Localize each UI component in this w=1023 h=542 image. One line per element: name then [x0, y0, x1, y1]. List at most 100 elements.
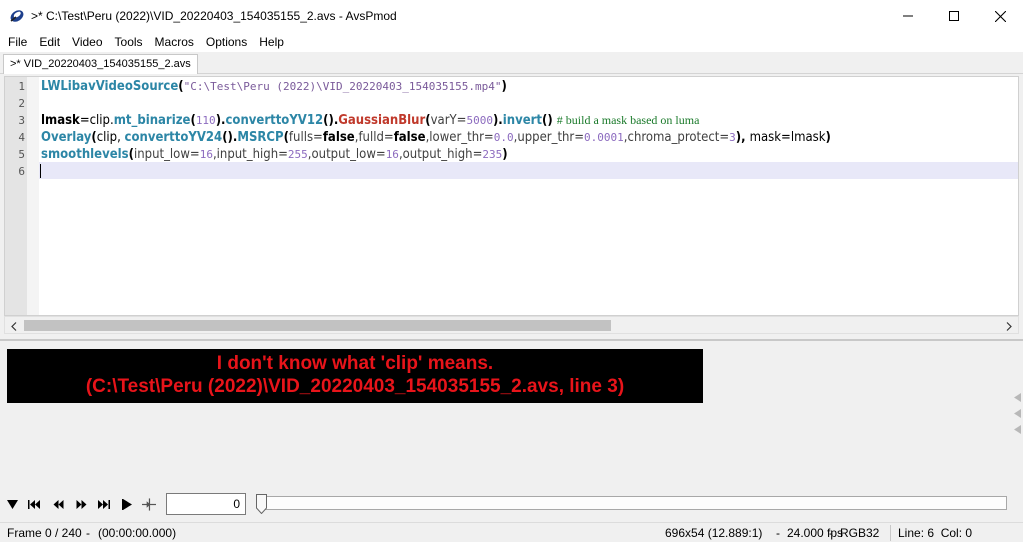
code-token: ).	[492, 113, 503, 128]
code-token: clip,	[96, 130, 125, 145]
code-token: invert	[502, 113, 543, 128]
status-divider	[890, 525, 891, 541]
scroll-right-button[interactable]	[1002, 319, 1016, 333]
code-token: ),	[735, 130, 750, 145]
code-token: ).	[215, 113, 226, 128]
tab-script[interactable]: >* VID_20220403_154035155_2.avs	[3, 54, 198, 74]
code-token: input_low=	[133, 147, 200, 162]
code-token: fulls=	[288, 130, 323, 145]
menu-file[interactable]: File	[2, 32, 33, 52]
code-token: mt_binarize	[113, 113, 191, 128]
bookmark-button[interactable]	[142, 497, 156, 511]
bookmark-pin-icon	[142, 497, 156, 511]
step-forward-icon	[76, 499, 86, 509]
prev-frame-button[interactable]	[51, 497, 65, 511]
close-icon	[994, 10, 1006, 22]
code-token: ().	[222, 130, 238, 145]
scroll-left-button[interactable]	[7, 319, 21, 333]
status-separator: -	[86, 526, 90, 540]
code-line-1[interactable]: LWLibavVideoSource("C:\Test\Peru (2022)\…	[41, 78, 507, 95]
minimize-button[interactable]	[885, 0, 931, 32]
status-frame: Frame 0 / 240	[7, 526, 82, 540]
code-token: 16	[385, 148, 399, 161]
play-icon	[121, 498, 132, 510]
video-preview-area[interactable]: I don't know what 'clip' means. (C:\Test…	[0, 342, 1023, 490]
code-token: ,fulld=	[354, 130, 394, 145]
status-bar: Frame 0 / 240 - (00:00:00.000) 696x54 (1…	[0, 522, 1023, 542]
video-slider-track[interactable]	[262, 496, 1007, 510]
code-token: # build a mask based on luma	[556, 113, 700, 127]
tab-bar: >* VID_20220403_154035155_2.avs	[0, 52, 1023, 74]
editor-horizontal-scrollbar[interactable]	[4, 316, 1019, 334]
menu-tools[interactable]: Tools	[109, 32, 149, 52]
step-back-icon	[53, 499, 63, 509]
status-resolution: 696x54 (12.889:1)	[665, 526, 763, 540]
close-button[interactable]	[977, 0, 1023, 32]
chevron-right-icon	[1006, 321, 1012, 331]
side-panel-arrow-icon[interactable]	[1014, 393, 1021, 402]
transport-toolbar	[0, 490, 1023, 518]
code-token: ,output_high=	[398, 147, 483, 162]
line-number-gutter: 1 2 3 4 5 6	[5, 77, 27, 315]
title-bar[interactable]: >* C:\Test\Peru (2022)\VID_20220403_1540…	[0, 0, 1023, 32]
code-token: )	[825, 130, 831, 145]
code-token: )	[501, 79, 507, 94]
error-message-frame: I don't know what 'clip' means. (C:\Test…	[7, 349, 703, 403]
toggle-preview-button[interactable]	[5, 497, 19, 511]
maximize-button[interactable]	[931, 0, 977, 32]
video-slider-handle[interactable]	[256, 494, 267, 514]
error-text-line-2: (C:\Test\Peru (2022)\VID_20220403_154035…	[85, 376, 625, 397]
current-line-highlight	[39, 162, 1018, 179]
status-separator: -	[776, 526, 780, 540]
code-token: false	[393, 130, 426, 145]
code-token: false	[322, 130, 355, 145]
line-number: 5	[18, 148, 25, 161]
code-token: 0.0	[493, 131, 514, 144]
script-editor[interactable]: 1 2 3 4 5 6 LWLibavVideoSource("C:\Test\…	[4, 76, 1019, 316]
first-frame-button[interactable]	[27, 497, 41, 511]
menu-edit[interactable]: Edit	[33, 32, 66, 52]
status-separator: -	[829, 526, 833, 540]
line-number: 4	[18, 131, 25, 144]
code-line-5[interactable]: smoothlevels(input_low=16,input_high=255…	[41, 146, 508, 163]
status-fps: 24.000 fps	[787, 526, 844, 540]
status-time: (00:00:00.000)	[98, 526, 177, 540]
editor-preview-splitter[interactable]	[0, 339, 1023, 341]
code-token: 235	[482, 148, 503, 161]
code-token: ,output_low=	[307, 147, 386, 162]
code-token: "C:\Test\Peru (2022)\VID_20220403_154035…	[183, 80, 502, 93]
menu-video[interactable]: Video	[66, 32, 108, 52]
code-token: ,input_high=	[212, 147, 288, 162]
menu-help[interactable]: Help	[253, 32, 290, 52]
code-token: ,upper_thr=	[513, 130, 585, 145]
code-token: MSRCP	[237, 130, 284, 145]
code-token: 110	[195, 114, 216, 127]
play-button[interactable]	[120, 497, 134, 511]
code-token: LWLibavVideoSource	[41, 79, 179, 94]
code-token: varY=	[430, 113, 467, 128]
code-token: ,lower_thr=	[425, 130, 494, 145]
line-number: 3	[18, 114, 25, 127]
line-number: 2	[18, 97, 25, 110]
status-colorspace: RGB32	[840, 526, 880, 540]
code-token: =clip.	[79, 113, 114, 128]
code-token: mask=lmask	[749, 130, 826, 145]
fold-margin[interactable]	[27, 77, 39, 315]
code-line-4[interactable]: Overlay(clip, converttoYV24().MSRCP(full…	[41, 129, 831, 146]
scrollbar-thumb[interactable]	[24, 320, 611, 331]
last-frame-button[interactable]	[97, 497, 111, 511]
code-line-3[interactable]: lmask=clip.mt_binarize(110).converttoYV1…	[41, 112, 699, 129]
frame-number-input[interactable]	[166, 493, 246, 515]
code-token: 3	[729, 131, 736, 144]
side-panel-arrow-icon[interactable]	[1014, 425, 1021, 434]
code-token: converttoYV12	[225, 113, 324, 128]
code-token: Overlay	[41, 130, 92, 145]
code-token: )	[502, 147, 508, 162]
triangle-down-icon	[6, 499, 18, 509]
maximize-icon	[949, 11, 959, 21]
menu-macros[interactable]: Macros	[149, 32, 200, 52]
side-panel-arrow-icon[interactable]	[1014, 409, 1021, 418]
skip-to-start-icon	[28, 499, 40, 509]
next-frame-button[interactable]	[74, 497, 88, 511]
menu-options[interactable]: Options	[200, 32, 253, 52]
